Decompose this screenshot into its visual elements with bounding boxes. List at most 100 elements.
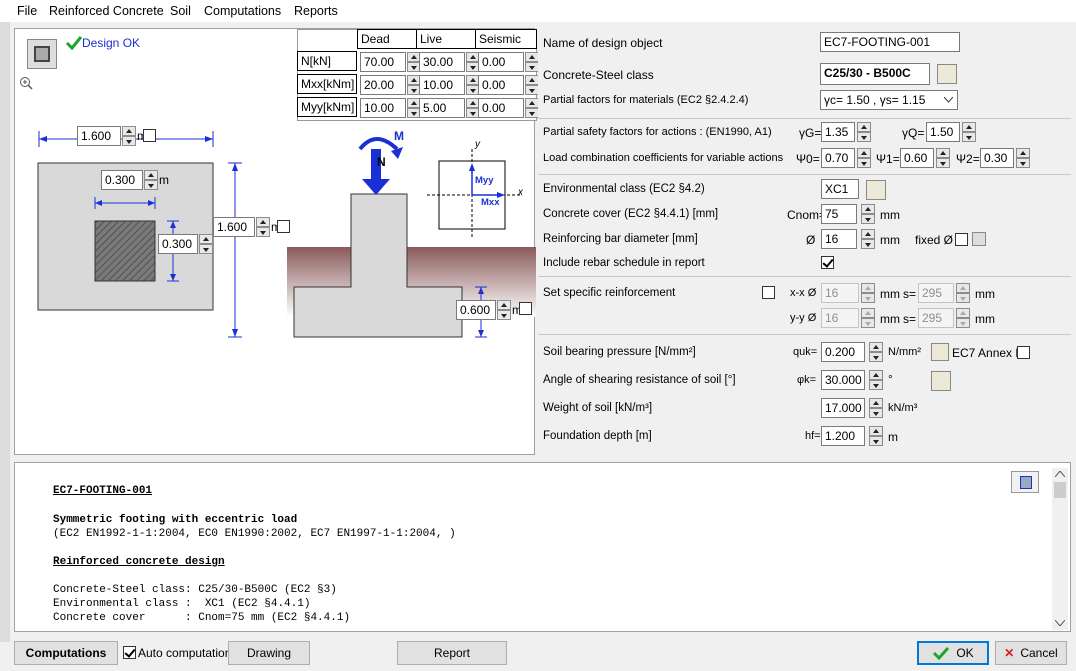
xx-spacing-input[interactable]: 295 (918, 283, 954, 303)
width-fixed-checkbox[interactable] (143, 129, 156, 142)
hf-spinner[interactable] (869, 426, 883, 446)
xx-diameter-input[interactable]: 16 (821, 283, 859, 303)
menu-file[interactable]: File (17, 4, 37, 18)
rebar-schedule-checkbox[interactable] (821, 256, 834, 269)
menu-soil[interactable]: Soil (170, 4, 191, 18)
yg-spinner[interactable] (857, 122, 871, 142)
diameter-options-icon[interactable] (972, 232, 986, 246)
phik-input[interactable]: 30.000 (821, 370, 865, 390)
footing-width-input[interactable]: 1.600 (77, 126, 121, 146)
yy-diameter-input[interactable]: 16 (821, 308, 859, 328)
report-codes: (EC2 EN1992-1-1:2004, EC0 EN1990:2002, E… (53, 528, 456, 540)
hf-input[interactable]: 1.200 (821, 426, 865, 446)
zoom-icon[interactable] (19, 76, 33, 90)
soil-weight-input[interactable]: 17.000 (821, 398, 865, 418)
length-fixed-checkbox[interactable] (277, 220, 290, 233)
psi2-input[interactable]: 0.30 (980, 148, 1014, 168)
cnom-input[interactable]: 75 (821, 204, 857, 224)
depth-fixed-checkbox[interactable] (519, 302, 532, 315)
psi0-input[interactable]: 0.70 (821, 148, 855, 168)
psi2-spinner[interactable] (1016, 148, 1030, 168)
cancel-button[interactable]: ✕ Cancel (995, 641, 1067, 665)
xx-spacing-spinner[interactable] (956, 283, 970, 303)
soil-picker-icon[interactable] (931, 371, 951, 391)
yy-spacing-spinner[interactable] (956, 308, 970, 328)
footing-length-spinner[interactable] (256, 217, 270, 237)
concrete-class-input[interactable]: C25/30 - B500C (820, 63, 930, 85)
fixed-diameter-checkbox[interactable] (955, 233, 968, 246)
auto-computation-label: Auto computation (138, 646, 232, 660)
footing-drawing (37, 131, 536, 338)
env-class-input[interactable]: XC1 (821, 179, 859, 199)
name-label: Name of design object (543, 36, 663, 50)
n-seismic-input[interactable]: 0.00 (478, 52, 524, 72)
psi1-input[interactable]: 0.60 (900, 148, 934, 168)
annex-d-checkbox[interactable] (1017, 346, 1030, 359)
mxx-dead-input[interactable]: 20.00 (360, 75, 406, 95)
psi1-spinner[interactable] (936, 148, 950, 168)
psi0-spinner[interactable] (857, 148, 871, 168)
auto-computation-checkbox[interactable] (123, 646, 136, 659)
column-height-input[interactable]: 0.300 (158, 234, 198, 254)
drawing-button[interactable]: Drawing (228, 641, 310, 665)
specific-reinf-checkbox[interactable] (762, 286, 775, 299)
bar-label: Reinforcing bar diameter [mm] (543, 233, 698, 245)
footing-length-input[interactable]: 1.600 (213, 217, 255, 237)
bar-diameter-spinner[interactable] (861, 229, 875, 249)
xx-diameter-spinner[interactable] (861, 283, 875, 303)
bar-diameter-input[interactable]: 16 (821, 229, 857, 249)
menu-reports[interactable]: Reports (294, 4, 338, 18)
class-picker-icon[interactable] (937, 64, 957, 84)
yq-input[interactable]: 1.50 (926, 122, 960, 142)
yq-label: γQ= (902, 126, 925, 140)
expand-report-icon[interactable] (1011, 471, 1039, 493)
report-line: Concrete-Steel class: C25/30-B500C (EC2 … (53, 584, 337, 596)
knm3-unit: kN/m³ (888, 402, 918, 414)
bearing-chart-icon[interactable] (931, 343, 949, 361)
fixed-phi-label: fixed Ø (915, 233, 954, 247)
menu-reinforced-concrete[interactable]: Reinforced Concrete (49, 4, 164, 18)
myy-live-input[interactable]: 5.00 (419, 98, 465, 118)
footing-width-spinner[interactable] (122, 126, 136, 146)
phik-spinner[interactable] (869, 370, 883, 390)
myy-seismic-input[interactable]: 0.00 (478, 98, 524, 118)
menu-computations[interactable]: Computations (204, 4, 281, 18)
soil-weight-spinner[interactable] (869, 398, 883, 418)
myy-seismic-spinner[interactable] (525, 98, 539, 118)
n-live-input[interactable]: 30.00 (419, 52, 465, 72)
env-picker-icon[interactable] (866, 180, 886, 200)
design-name-input[interactable]: EC7-FOOTING-001 (820, 32, 960, 52)
quk-spinner[interactable] (869, 342, 883, 362)
yy-diameter-spinner[interactable] (861, 308, 875, 328)
cnom-spinner[interactable] (861, 204, 875, 224)
mxx-seismic-spinner[interactable] (525, 75, 539, 95)
n-dead-input[interactable]: 70.00 (360, 52, 406, 72)
yy-spacing-input[interactable]: 295 (918, 308, 954, 328)
s-label: s= (903, 312, 917, 326)
n-seismic-spinner[interactable] (525, 52, 539, 72)
column-width-spinner[interactable] (144, 170, 158, 190)
footing-depth-input[interactable]: 0.600 (456, 300, 496, 320)
myy-dead-input[interactable]: 10.00 (360, 98, 406, 118)
ok-button[interactable]: OK (917, 641, 989, 665)
divider (538, 174, 1071, 175)
y-axis-label: y (475, 139, 480, 150)
soil-pressure-label: Soil bearing pressure [N/mm²] (543, 346, 696, 358)
computations-button[interactable]: Computations (14, 641, 118, 665)
pf-materials-select[interactable]: γc= 1.50 , γs= 1.15 (820, 90, 958, 110)
quk-input[interactable]: 0.200 (821, 342, 865, 362)
yg-input[interactable]: 1.35 (821, 122, 855, 142)
divider (538, 118, 1071, 119)
report-scrollbar[interactable] (1052, 468, 1068, 630)
report-preview[interactable]: EC7-FOOTING-001 Symmetric footing with e… (14, 462, 1071, 632)
report-line: Concrete cover : Cnom=75 mm (EC2 §4.4.1) (53, 612, 351, 624)
column-width-input[interactable]: 0.300 (101, 170, 143, 190)
schedule-label: Include rebar schedule in report (543, 257, 705, 269)
column-height-spinner[interactable] (199, 234, 213, 254)
report-button[interactable]: Report (397, 641, 507, 665)
footing-view-icon[interactable] (27, 39, 57, 69)
mxx-live-input[interactable]: 10.00 (419, 75, 465, 95)
mxx-seismic-input[interactable]: 0.00 (478, 75, 524, 95)
footing-depth-spinner[interactable] (497, 300, 511, 320)
yq-spinner[interactable] (962, 122, 976, 142)
